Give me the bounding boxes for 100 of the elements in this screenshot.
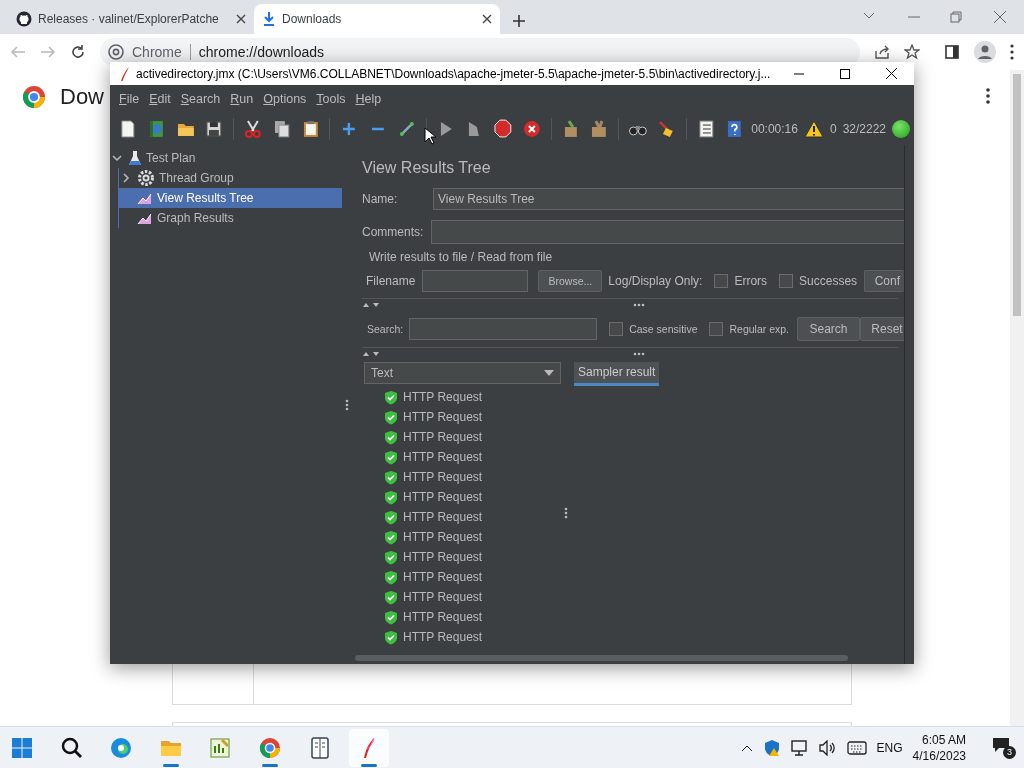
result-item[interactable]: HTTP Request [364,407,561,427]
tree-item[interactable]: View Results Tree [119,188,342,208]
minimize-icon[interactable] [794,72,804,75]
plus-icon[interactable] [512,14,526,28]
browser-tab[interactable]: Downloads [254,4,500,34]
browser-tab[interactable]: Releases · valinet/ExplorerPatche [8,4,254,34]
search-icon [59,735,84,760]
scrollbar[interactable] [904,145,913,664]
comments-field[interactable] [431,220,904,244]
search-field[interactable] [409,318,598,340]
menu-item[interactable]: Run [225,91,259,106]
result-tab[interactable]: Sampler result [574,362,660,386]
renderer-dropdown[interactable]: Text [364,362,561,384]
url-text: chrome://downloads [198,44,325,60]
field-label: Filename [366,274,416,288]
maximize-icon[interactable] [840,68,850,79]
browse-button[interactable]: Browse... [538,270,603,292]
share-icon[interactable] [874,44,890,60]
collapse-arrows-icon[interactable] [362,302,380,308]
notepad-icon [208,735,233,760]
reload-icon[interactable] [70,44,86,60]
warning-count: 0 [829,121,837,136]
restore-icon[interactable] [950,11,962,23]
edge-icon [109,735,134,760]
checkbox-label: Successes [799,274,858,288]
tree-item[interactable]: Test Plan [110,148,342,168]
shield-icon[interactable] [762,738,781,757]
checkbox-label: Regular exp. [729,323,789,335]
filename-field[interactable] [422,270,529,292]
scrollbar[interactable] [355,655,848,661]
menu-item[interactable]: Tools [311,91,351,106]
checkbox[interactable] [609,322,624,336]
result-item[interactable]: HTTP Request [364,467,561,487]
menu-item[interactable]: File [114,91,145,106]
checkbox-label: Errors [734,274,768,288]
collapse-arrows-icon[interactable] [362,351,380,357]
name-field[interactable]: View Results Tree [433,188,904,210]
menu-item[interactable]: Edit [144,91,176,106]
flask-icon [128,150,142,166]
checkbox[interactable] [714,274,729,288]
thread-count: 32/2222 [842,121,886,136]
menu-icon[interactable] [1010,44,1014,60]
menu-item[interactable]: Options [258,91,312,106]
result-item[interactable]: HTTP Request [364,427,561,447]
tree-item[interactable]: Thread Group [119,168,342,188]
elapsed-time: 00:00:16 [751,121,798,136]
keyboard-icon[interactable] [846,740,867,755]
page-heading: Dow [60,84,104,110]
close-icon[interactable] [482,14,492,24]
result-item[interactable]: HTTP Request [364,587,561,607]
profile-icon[interactable] [974,41,996,63]
volume-icon[interactable] [818,739,837,756]
grip-icon[interactable] [633,352,645,356]
section-title: Write results to file / Read from file [369,250,553,264]
result-item[interactable]: HTTP Request [364,547,561,567]
menu-item[interactable]: Search [175,91,226,106]
field-label: Log/Display Only: [608,274,703,288]
result-item[interactable]: HTTP Request [364,487,561,507]
tab-title: Releases · valinet/ExplorerPatche [38,12,220,26]
field-label: Name: [362,192,399,206]
result-item[interactable]: HTTP Request [364,567,561,587]
side-panel-icon[interactable] [944,44,960,60]
language-indicator[interactable]: ENG [876,740,903,755]
menu-item[interactable]: Help [350,91,387,106]
result-item[interactable]: HTTP Request [364,627,561,647]
chrome-icon [22,85,46,109]
network-icon[interactable] [790,739,809,756]
checkbox[interactable] [709,322,724,336]
notification-button[interactable]: 3 [992,736,1016,759]
reset-button[interactable]: Reset [860,317,904,341]
star-icon[interactable] [904,44,920,60]
tree-item[interactable]: Graph Results [119,208,342,228]
grip-icon[interactable] [633,303,645,307]
caret-icon[interactable] [544,370,554,376]
chevron-right-icon[interactable] [121,173,131,183]
scrollbar[interactable] [1010,70,1024,726]
clock[interactable]: 6:05 AM 4/16/2023 [912,731,966,764]
close-icon[interactable] [885,68,897,79]
field-label: Comments: [362,225,425,239]
chart-icon [137,191,153,205]
warning-icon[interactable] [803,119,824,138]
grip-icon[interactable] [563,507,568,519]
result-item[interactable]: HTTP Request [364,607,561,627]
result-item[interactable]: HTTP Request [364,387,561,407]
chevron-down-icon[interactable] [863,12,875,20]
result-item[interactable]: HTTP Request [364,507,561,527]
search-button[interactable]: Search [797,317,860,341]
checkbox[interactable] [779,274,794,288]
menu-icon[interactable] [986,88,990,104]
close-icon[interactable] [236,14,246,24]
window-title: activedirectory.jmx (C:\Users\VM6.COLLABNET\Downloads\apache-jmeter-5.5\apache-jmeter-5.5\bin\activedirectory.j... [136,66,770,81]
chrome-icon [257,735,282,760]
configure-button[interactable]: Conf [863,270,904,292]
checkbox-label: Case sensitive [629,323,698,335]
chevron-up-icon[interactable] [740,743,753,752]
chevron-down-icon[interactable] [112,153,122,163]
result-item[interactable]: HTTP Request [364,447,561,467]
grip-icon[interactable] [344,398,349,411]
result-item[interactable]: HTTP Request [364,527,561,547]
cursor-icon [424,127,436,145]
